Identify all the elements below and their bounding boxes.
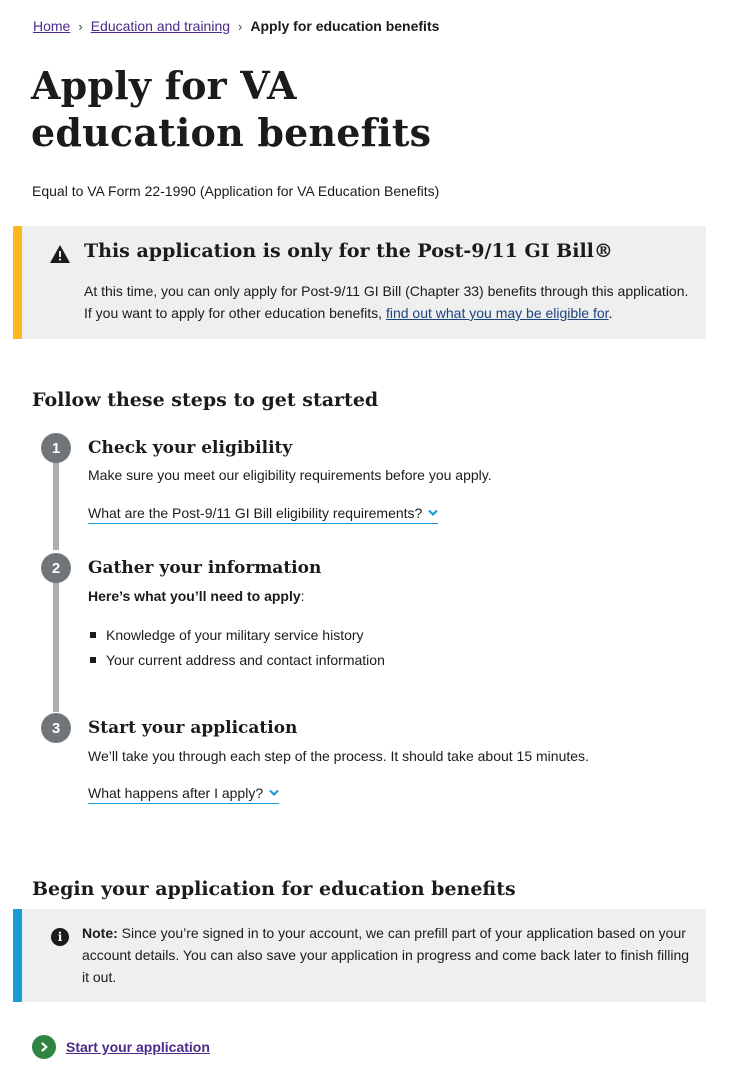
info-circle-icon: i bbox=[51, 928, 69, 946]
step-text-gather-info: Here’s what you’ll need to apply: bbox=[88, 588, 305, 604]
step-lead-colon: : bbox=[300, 588, 305, 604]
note-text: Since you’re signed in to your account, … bbox=[82, 925, 690, 985]
eligibility-requirements-accordion[interactable]: What are the Post-9/11 GI Bill eligibili… bbox=[88, 505, 439, 524]
step-number-3: 3 bbox=[41, 713, 71, 743]
page-subtitle: Equal to VA Form 22-1990 (Application fo… bbox=[32, 183, 440, 199]
warning-alert-heading: This application is only for the Post-9/… bbox=[84, 240, 613, 262]
breadcrumb-current: Apply for education benefits bbox=[250, 18, 440, 34]
chevron-right-circle-icon bbox=[32, 1035, 56, 1059]
warning-triangle-icon bbox=[50, 245, 70, 263]
start-application-link[interactable]: Start your application bbox=[32, 1035, 210, 1059]
warning-alert-text-end: . bbox=[608, 305, 613, 321]
step-text-eligibility: Make sure you meet our eligibility requi… bbox=[88, 467, 492, 483]
warning-alert: This application is only for the Post-9/… bbox=[13, 226, 706, 339]
step-connector-line bbox=[53, 448, 59, 550]
breadcrumb: Home › Education and training › Apply fo… bbox=[33, 18, 439, 34]
step-connector-line bbox=[53, 568, 59, 712]
note-label: Note: bbox=[82, 925, 118, 941]
info-note-body: Note: Since you’re signed in to your acc… bbox=[82, 922, 697, 988]
chevron-down-icon bbox=[428, 509, 439, 517]
breadcrumb-education-link[interactable]: Education and training bbox=[91, 18, 230, 34]
info-note-alert: i Note: Since you’re signed in to your a… bbox=[13, 909, 706, 1002]
start-application-label: Start your application bbox=[66, 1039, 210, 1055]
list-item: Your current address and contact informa… bbox=[88, 650, 385, 675]
chevron-down-icon bbox=[269, 789, 279, 797]
page-title: Apply for VA education benefits bbox=[31, 63, 432, 155]
steps-section-heading: Follow these steps to get started bbox=[32, 389, 379, 411]
list-item: Knowledge of your military service histo… bbox=[88, 625, 385, 650]
breadcrumb-home-link[interactable]: Home bbox=[33, 18, 70, 34]
warning-alert-body: At this time, you can only apply for Pos… bbox=[84, 280, 694, 324]
step-lead-bold: Here’s what you’ll need to apply bbox=[88, 588, 301, 604]
step-number-1: 1 bbox=[41, 433, 71, 463]
accordion-label: What happens after I apply? bbox=[88, 785, 264, 801]
requirements-list: Knowledge of your military service histo… bbox=[88, 625, 385, 675]
step-number-2: 2 bbox=[41, 553, 71, 583]
step-title-eligibility: Check your eligibility bbox=[88, 438, 293, 458]
begin-section-heading: Begin your application for education ben… bbox=[32, 878, 516, 900]
step-text-start: We’ll take you through each step of the … bbox=[88, 748, 589, 764]
step-title-gather-info: Gather your information bbox=[88, 558, 322, 578]
eligibility-link[interactable]: find out what you may be eligible for bbox=[386, 305, 609, 321]
breadcrumb-separator: › bbox=[238, 18, 243, 34]
what-happens-after-accordion[interactable]: What happens after I apply? bbox=[88, 785, 280, 804]
step-title-start: Start your application bbox=[88, 718, 298, 738]
chevron-right-icon bbox=[40, 1042, 48, 1052]
breadcrumb-separator: › bbox=[78, 18, 83, 34]
accordion-label: What are the Post-9/11 GI Bill eligibili… bbox=[88, 505, 423, 521]
